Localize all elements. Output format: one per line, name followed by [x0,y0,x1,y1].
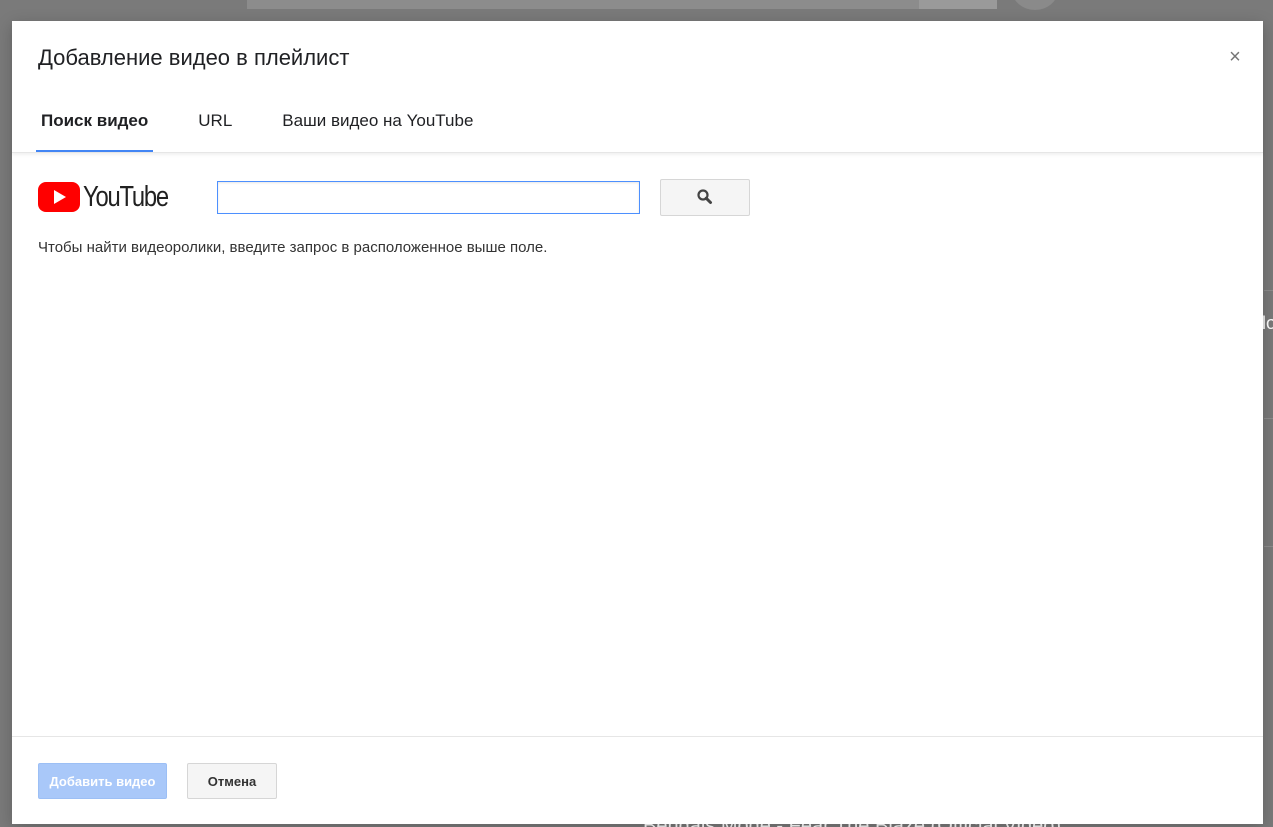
tab-url[interactable]: URL [193,101,237,152]
search-icon [697,189,712,204]
tab-your-youtube-videos[interactable]: Ваши видео на YouTube [277,101,478,152]
search-row: YouTube [38,177,750,217]
search-button[interactable] [660,178,750,216]
background-search-bar [247,0,919,9]
dialog-title: Добавление видео в плейлист [38,45,350,70]
background-divider [1264,546,1273,547]
search-hint: Чтобы найти видеоролики, введите запрос … [38,239,548,256]
video-search-input[interactable] [217,180,640,214]
close-icon[interactable]: × [1225,45,1245,69]
tab-video-search[interactable]: Поиск видео [36,101,154,152]
dialog-footer: Добавить видео Отмена [12,736,1263,824]
background-divider [1264,290,1273,291]
youtube-play-icon [38,182,80,212]
background-edge-text: lo [1262,313,1273,333]
dialog-header: Добавление видео в плейлист × Поиск виде… [12,21,1263,153]
add-video-dialog: Добавление видео в плейлист × Поиск виде… [12,21,1263,824]
dialog-tabs: Поиск видео URL Ваши видео на YouTube [36,101,518,152]
youtube-logo-text: YouTube [83,180,169,213]
cancel-button[interactable]: Отмена [187,763,277,799]
add-video-button[interactable]: Добавить видео [38,763,167,799]
background-search-button [919,0,997,9]
background-divider [1264,418,1273,419]
background-avatar [1012,0,1058,10]
youtube-logo: YouTube [38,177,201,217]
